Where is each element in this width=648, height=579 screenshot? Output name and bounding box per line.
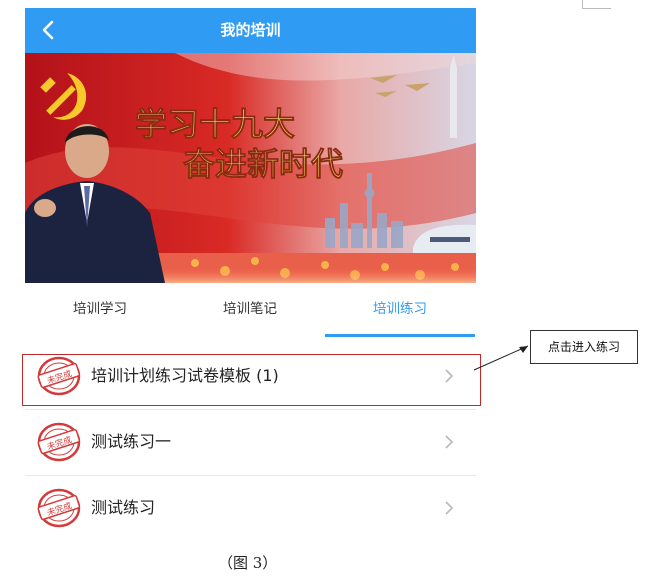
highlight-box [22, 354, 481, 406]
tab-label: 培训笔记 [223, 301, 277, 317]
figure-caption: （图 3） [218, 554, 278, 572]
list-item-label: 测试练习 [91, 498, 156, 517]
tab-training-notes[interactable]: 培训笔记 [175, 283, 325, 339]
tab-label: 培训练习 [373, 301, 427, 317]
active-tab-indicator [325, 334, 475, 337]
list-item[interactable]: 未完成 测试练习 [25, 476, 476, 540]
incomplete-stamp-icon: 未完成 [37, 422, 81, 462]
banner-slogan-line1: 学习十九大 [135, 105, 295, 143]
list-item-label: 测试练习一 [91, 432, 172, 451]
page-corner-mark [582, 0, 611, 9]
chevron-right-icon [445, 501, 454, 515]
annotation-arrow-icon [473, 345, 529, 371]
tab-bar: 培训学习 培训笔记 培训练习 [25, 283, 476, 339]
annotation-callout: 点击进入练习 [530, 330, 638, 364]
incomplete-stamp-icon: 未完成 [37, 488, 81, 528]
tab-training-study[interactable]: 培训学习 [25, 283, 175, 339]
list-item[interactable]: 未完成 测试练习一 [25, 410, 476, 474]
tab-training-practice[interactable]: 培训练习 [325, 283, 475, 339]
banner-image: 学习十九大 奋进新时代 [25, 53, 476, 283]
page-title: 我的培训 [220, 21, 281, 39]
app-header: 我的培训 [25, 8, 476, 53]
chevron-right-icon [445, 435, 454, 449]
banner-slogan-line2: 奋进新时代 [183, 145, 343, 183]
tab-label: 培训学习 [73, 301, 127, 317]
